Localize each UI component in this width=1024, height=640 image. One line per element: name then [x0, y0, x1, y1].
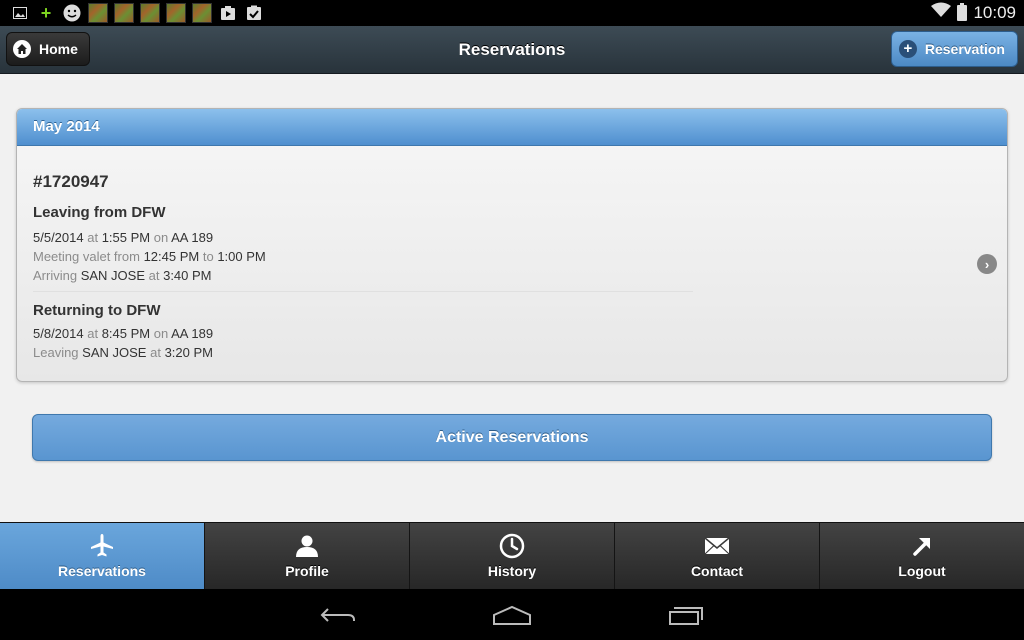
- clock-icon: [499, 533, 525, 559]
- home-nav-icon[interactable]: [490, 601, 534, 629]
- status-time: 10:09: [973, 2, 1016, 22]
- app-header: Reservations Home + Reservation: [0, 26, 1024, 74]
- tab-contact[interactable]: Contact: [614, 523, 819, 589]
- thumbnail-5: [192, 3, 212, 23]
- home-button[interactable]: Home: [6, 32, 90, 66]
- thumbnail-4: [166, 3, 186, 23]
- leaving-flight-line: 5/5/2014 at 1:55 PM on AA 189: [33, 230, 214, 245]
- chevron-right-icon[interactable]: ›: [977, 254, 997, 274]
- tab-history[interactable]: History: [409, 523, 614, 589]
- person-icon: [296, 535, 318, 557]
- leaving-title: Leaving from DFW: [33, 204, 166, 221]
- tab-history-label: History: [487, 563, 537, 579]
- back-icon[interactable]: [316, 601, 360, 629]
- add-reservation-label: Reservation: [924, 41, 1005, 57]
- tab-reservations-label: Reservations: [58, 563, 146, 579]
- smiley-icon: [62, 3, 82, 23]
- arriving-line: Arriving SAN JOSE at 3:40 PM: [33, 268, 212, 283]
- returning-leaving-line: Leaving SAN JOSE at 3:20 PM: [33, 345, 213, 360]
- wifi-icon: [931, 2, 952, 23]
- tab-profile-label: Profile: [285, 563, 329, 579]
- leg-divider: [33, 291, 693, 292]
- home-icon: [13, 40, 31, 58]
- reservation-number: #1720947: [33, 172, 109, 191]
- tab-logout-label: Logout: [898, 563, 946, 579]
- reservation-card[interactable]: May 2014 #1720947 Leaving from DFW 5/5/2…: [16, 108, 1008, 382]
- home-button-label: Home: [39, 41, 78, 57]
- meeting-valet-line: Meeting valet from 12:45 PM to 1:00 PM: [33, 249, 266, 264]
- image-icon: [10, 3, 30, 23]
- tab-reservations[interactable]: Reservations: [0, 523, 204, 589]
- thumbnail-3: [140, 3, 160, 23]
- thumbnail-2: [114, 3, 134, 23]
- page-title: Reservations: [458, 40, 566, 59]
- plus-icon: +: [40, 2, 52, 23]
- thumbnail-1: [88, 3, 108, 23]
- arrow-up-right-icon: [913, 538, 930, 556]
- tab-profile[interactable]: Profile: [204, 523, 409, 589]
- tab-logout[interactable]: Logout: [819, 523, 1024, 589]
- add-reservation-button[interactable]: + Reservation: [890, 31, 1018, 67]
- plus-circle-icon: +: [898, 40, 917, 58]
- active-reservations-button[interactable]: Active Reservations: [32, 414, 992, 461]
- status-bar: + 10:09: [0, 0, 1024, 26]
- tab-contact-label: Contact: [690, 563, 744, 579]
- envelope-icon: [704, 537, 730, 555]
- airplane-icon: [91, 534, 113, 557]
- system-nav-bar: [0, 589, 1024, 640]
- month-header: May 2014: [17, 109, 1007, 146]
- battery-icon: [957, 2, 968, 21]
- clipboard-check-icon: [244, 3, 264, 23]
- returning-title: Returning to DFW: [33, 302, 161, 319]
- play-store-icon: [218, 3, 238, 23]
- returning-flight-line: 5/8/2014 at 8:45 PM on AA 189: [33, 326, 214, 341]
- recent-apps-icon[interactable]: [664, 601, 708, 629]
- bottom-tab-bar: Reservations Profile History Contact Log…: [0, 522, 1024, 589]
